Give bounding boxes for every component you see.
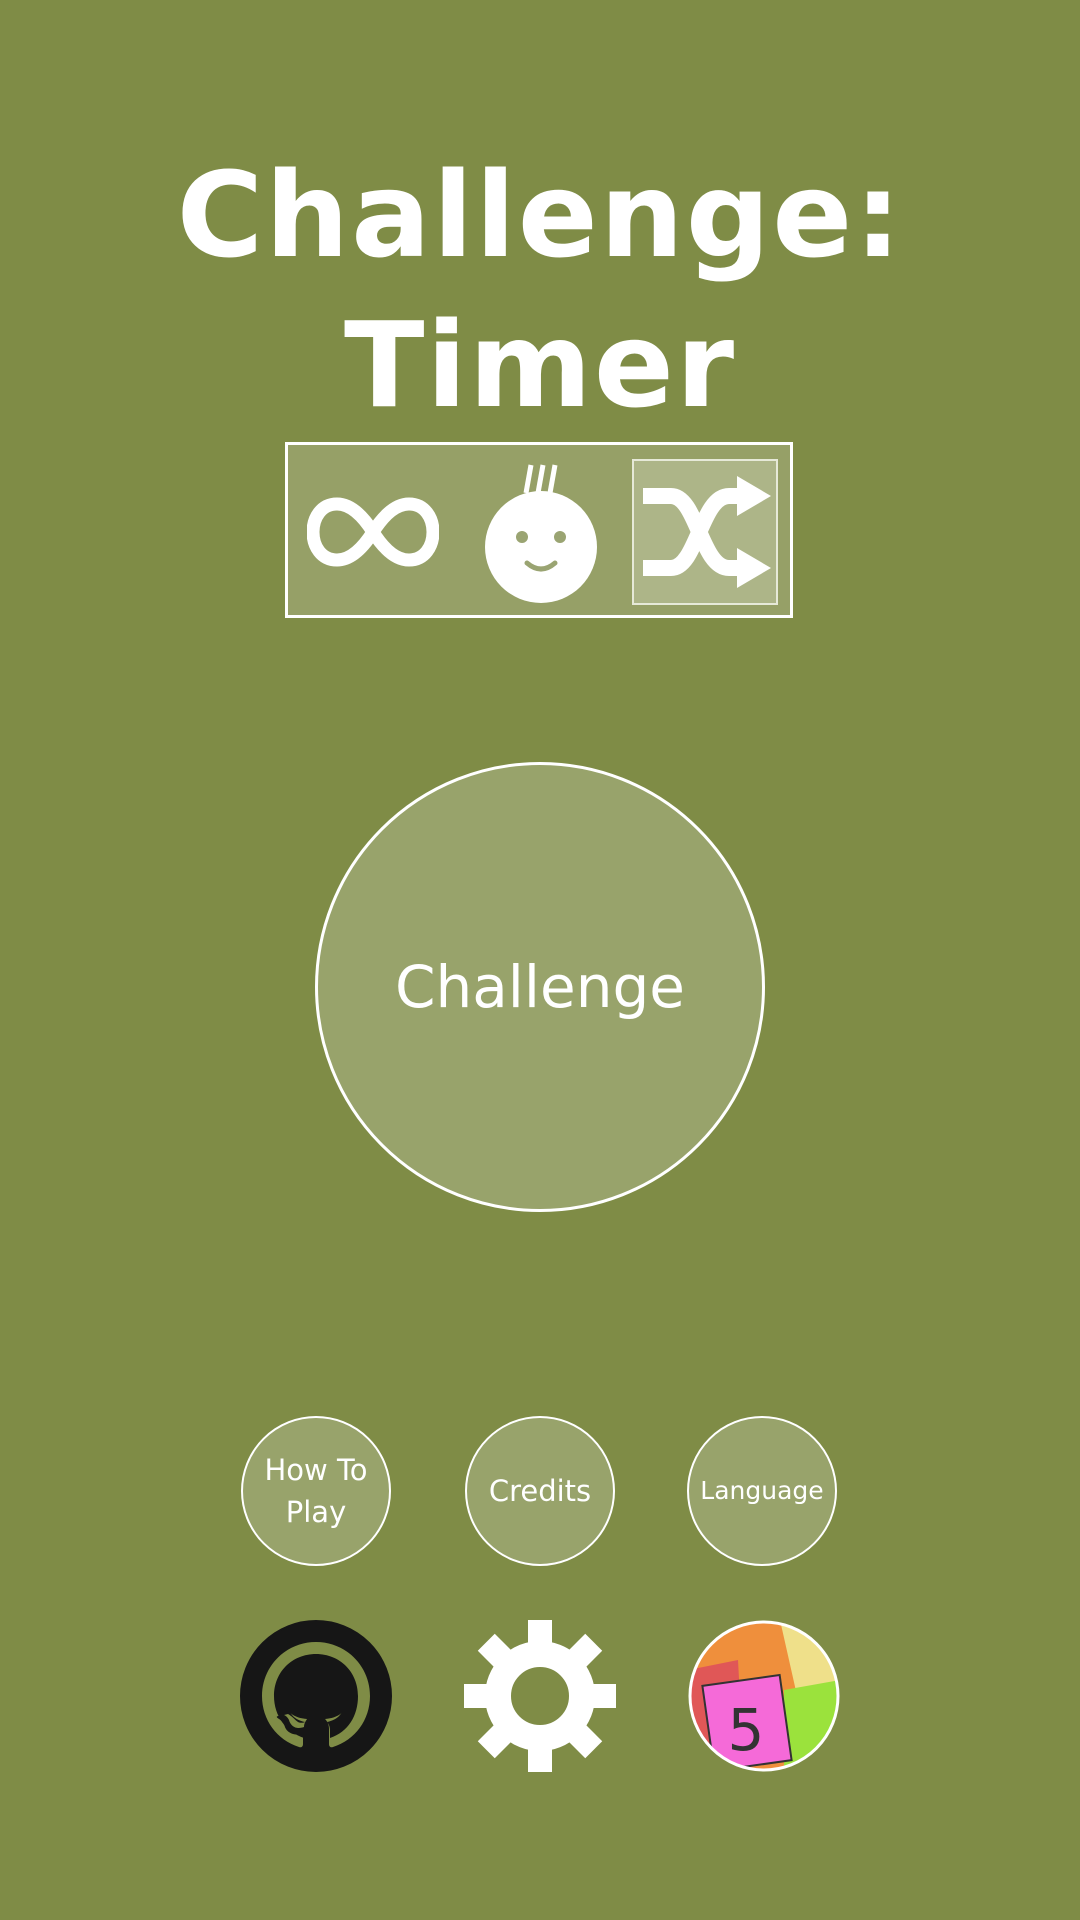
challenge-button-label: Challenge [395,953,685,1021]
shuffle-icon [643,476,771,588]
infinity-icon [307,497,439,567]
credits-label: Credits [488,1474,592,1508]
github-button[interactable] [240,1620,392,1772]
challenge-button[interactable]: Challenge [315,762,765,1212]
mode-random-button[interactable] [632,459,778,605]
mode-selector [285,442,793,618]
how-to-play-label: How To Play [264,1453,368,1529]
logo-number: 5 [728,1696,765,1764]
github-icon [240,1620,392,1772]
how-to-play-button[interactable]: How To Play [241,1416,391,1566]
credits-button[interactable]: Credits [465,1416,615,1566]
mode-hard-button[interactable] [468,459,614,605]
sweating-face-icon [485,464,597,603]
settings-button[interactable] [464,1620,616,1772]
app-logo-button[interactable]: 5 [688,1620,840,1772]
app-logo-icon: 5 [688,1620,840,1772]
mode-infinite-button[interactable] [300,459,446,605]
gear-icon [464,1620,616,1772]
page-title: Challenge: Timer [176,146,904,434]
language-button[interactable]: Language [687,1416,837,1566]
language-label: Language [700,1476,824,1505]
